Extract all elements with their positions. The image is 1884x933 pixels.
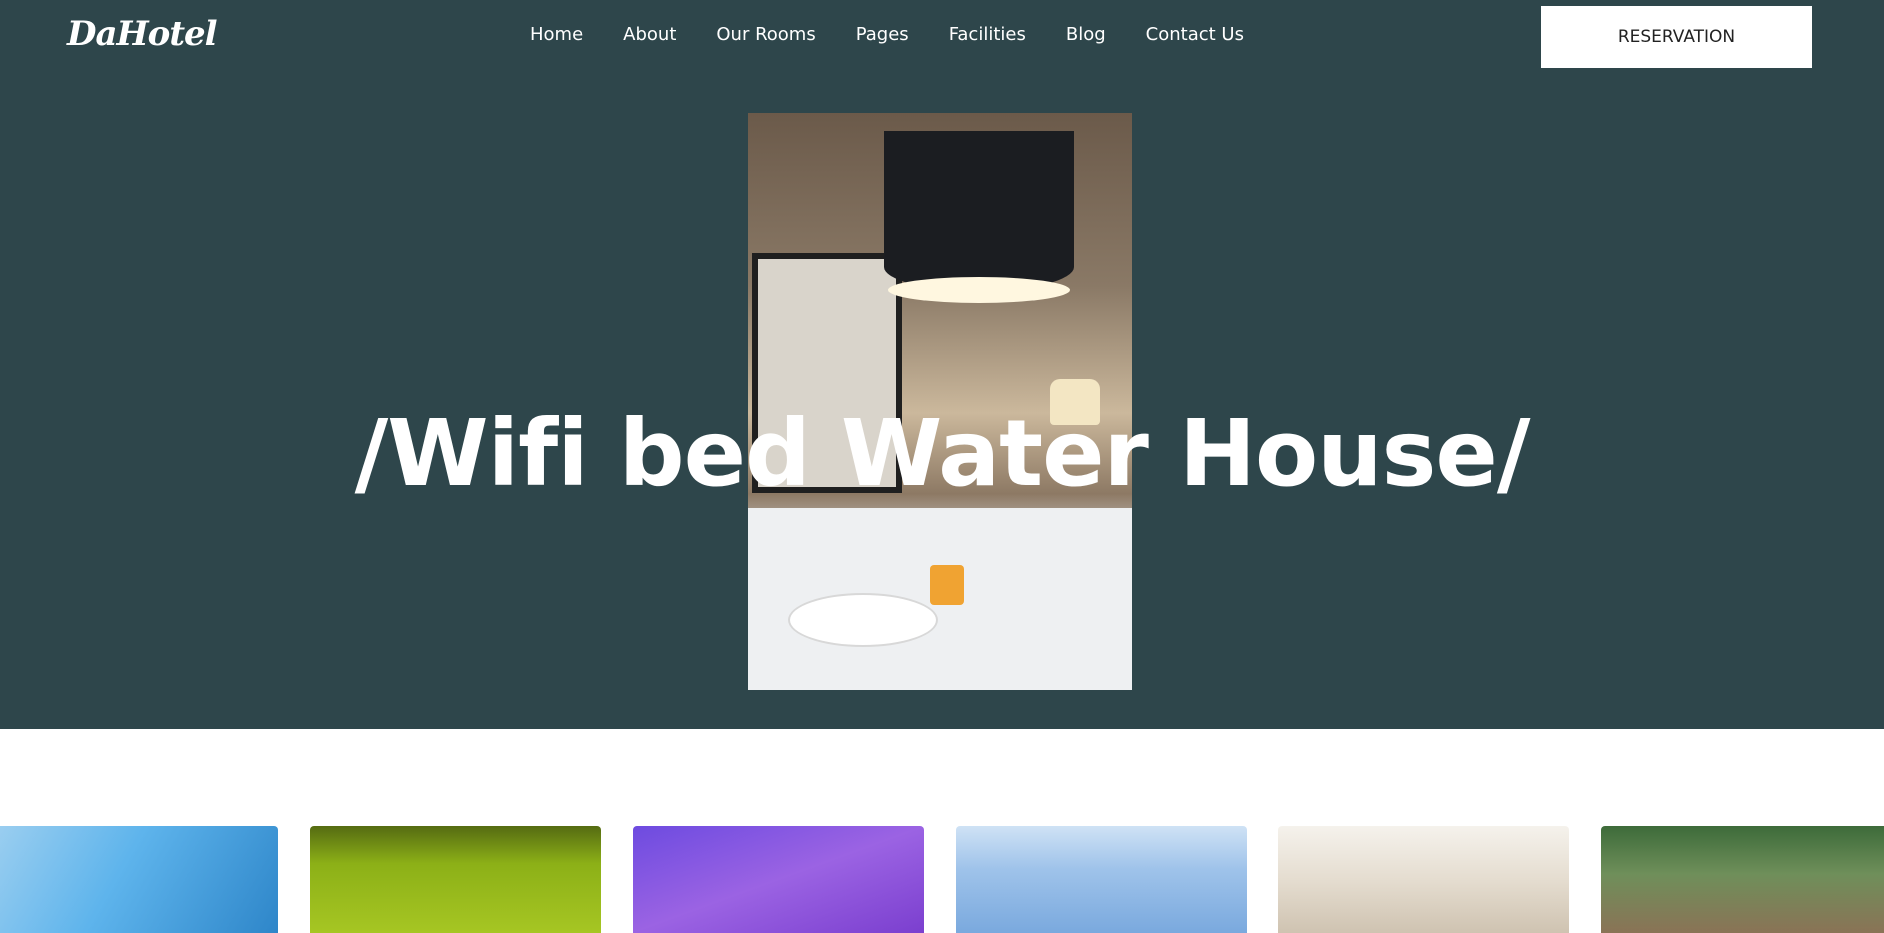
gallery-thumbnail[interactable] — [1278, 826, 1569, 933]
logo[interactable]: DaHotel — [67, 14, 218, 54]
nav-pages[interactable]: Pages — [856, 24, 909, 45]
nav-facilities[interactable]: Facilities — [949, 24, 1026, 45]
juice-glass — [930, 565, 964, 605]
nav-our-rooms[interactable]: Our Rooms — [716, 24, 815, 45]
pendant-lamp — [884, 131, 1074, 291]
gallery-thumbnail[interactable] — [956, 826, 1247, 933]
nav-blog[interactable]: Blog — [1066, 24, 1106, 45]
reservation-button[interactable]: RESERVATION — [1541, 6, 1812, 68]
gallery-thumbnail[interactable] — [310, 826, 601, 933]
plate — [788, 593, 938, 647]
main-nav: Home About Our Rooms Pages Facilities Bl… — [530, 24, 1244, 45]
nav-contact-us[interactable]: Contact Us — [1146, 24, 1244, 45]
nav-about[interactable]: About — [623, 24, 676, 45]
gallery-thumbnail[interactable] — [0, 826, 278, 933]
hero-title: /Wifi bed Water House/ — [354, 400, 1531, 507]
gallery-thumbnail[interactable] — [633, 826, 924, 933]
hero-section: DaHotel Home About Our Rooms Pages Facil… — [0, 0, 1884, 729]
gallery-thumbnail[interactable] — [1601, 826, 1884, 933]
room-gallery — [0, 826, 1884, 933]
nav-home[interactable]: Home — [530, 24, 583, 45]
lamp-glow — [888, 277, 1070, 303]
